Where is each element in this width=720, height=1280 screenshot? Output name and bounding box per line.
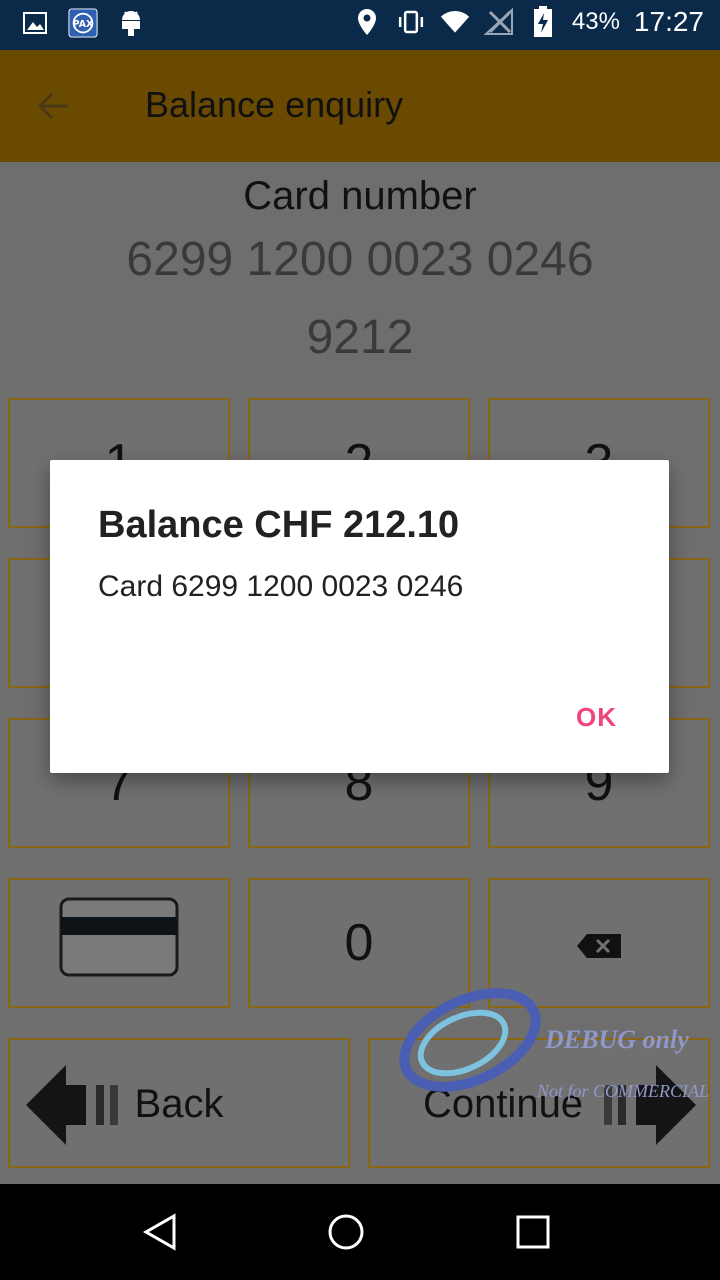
debug-watermark: DEBUG only Not for COMMERCIAL bbox=[395, 985, 720, 1105]
dialog-message: Card 6299 1200 0023 0246 bbox=[98, 570, 464, 603]
card-swipe-key[interactable] bbox=[8, 878, 230, 1008]
dialog-title: Balance CHF 212.10 bbox=[98, 504, 460, 546]
card-number-value: 6299 1200 0023 0246 bbox=[126, 233, 594, 286]
vibrate-icon bbox=[396, 7, 426, 37]
navigation-bar bbox=[0, 1184, 720, 1280]
watermark-line1: DEBUG only bbox=[545, 1025, 689, 1054]
back-button[interactable]: Back bbox=[8, 1038, 350, 1168]
card-number-extra: 9212 bbox=[306, 311, 414, 364]
debug-logo-icon bbox=[395, 985, 545, 1100]
app-bar: Balance enquiry bbox=[0, 50, 720, 162]
nav-back-icon[interactable] bbox=[140, 1212, 180, 1252]
no-signal-icon bbox=[483, 7, 514, 37]
arrow-back-icon[interactable] bbox=[36, 88, 72, 124]
image-icon bbox=[20, 8, 50, 38]
location-icon bbox=[352, 7, 382, 37]
nav-home-icon[interactable] bbox=[326, 1212, 366, 1252]
pax-icon: PAX bbox=[68, 8, 98, 38]
balance-dialog: Balance CHF 212.10 Card 6299 1200 0023 0… bbox=[50, 460, 669, 773]
watermark-line2: Not for COMMERCIAL bbox=[537, 1081, 710, 1101]
back-button-label: Back bbox=[134, 1082, 224, 1126]
svg-text:PAX: PAX bbox=[73, 19, 94, 30]
wifi-icon bbox=[440, 7, 470, 37]
nav-recents-icon[interactable] bbox=[513, 1212, 553, 1252]
status-bar: PAX 43% 17:27 bbox=[0, 0, 720, 50]
page-title: Balance enquiry bbox=[145, 84, 404, 125]
backspace-icon bbox=[575, 913, 623, 973]
card-swipe-icon bbox=[59, 897, 179, 990]
battery-charging-icon bbox=[528, 6, 558, 37]
android-icon bbox=[116, 8, 146, 38]
card-number-label: Card number bbox=[243, 174, 477, 218]
dialog-ok-button[interactable]: OK bbox=[576, 702, 617, 733]
clock: 17:27 bbox=[633, 6, 704, 37]
battery-percent: 43% bbox=[571, 8, 620, 35]
